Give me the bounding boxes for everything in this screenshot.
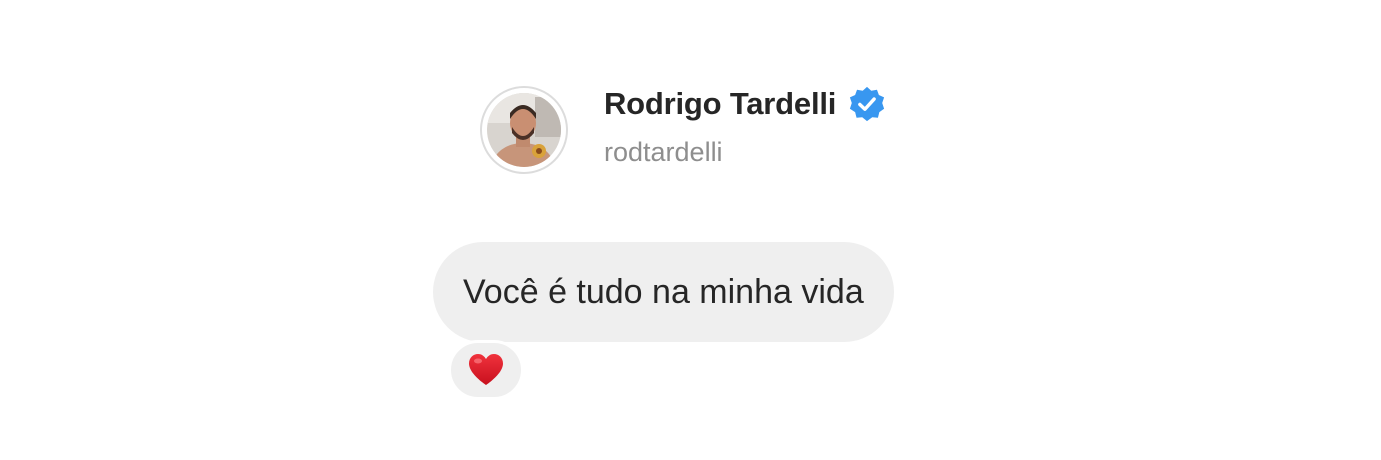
name-row: Rodrigo Tardelli (604, 85, 886, 123)
verified-badge-icon (848, 85, 886, 123)
profile-header[interactable]: Rodrigo Tardelli rodtardelli (480, 86, 886, 174)
profile-identity: Rodrigo Tardelli rodtardelli (604, 85, 886, 168)
message-text: Você é tudo na minha vida (463, 272, 864, 311)
reaction-pill[interactable] (448, 340, 524, 400)
message-bubble[interactable]: Você é tudo na minha vida (433, 242, 894, 342)
avatar[interactable] (480, 86, 568, 174)
profile-photo (487, 93, 561, 167)
heart-icon (469, 354, 503, 385)
username[interactable]: rodtardelli (604, 137, 886, 168)
display-name[interactable]: Rodrigo Tardelli (604, 86, 836, 122)
